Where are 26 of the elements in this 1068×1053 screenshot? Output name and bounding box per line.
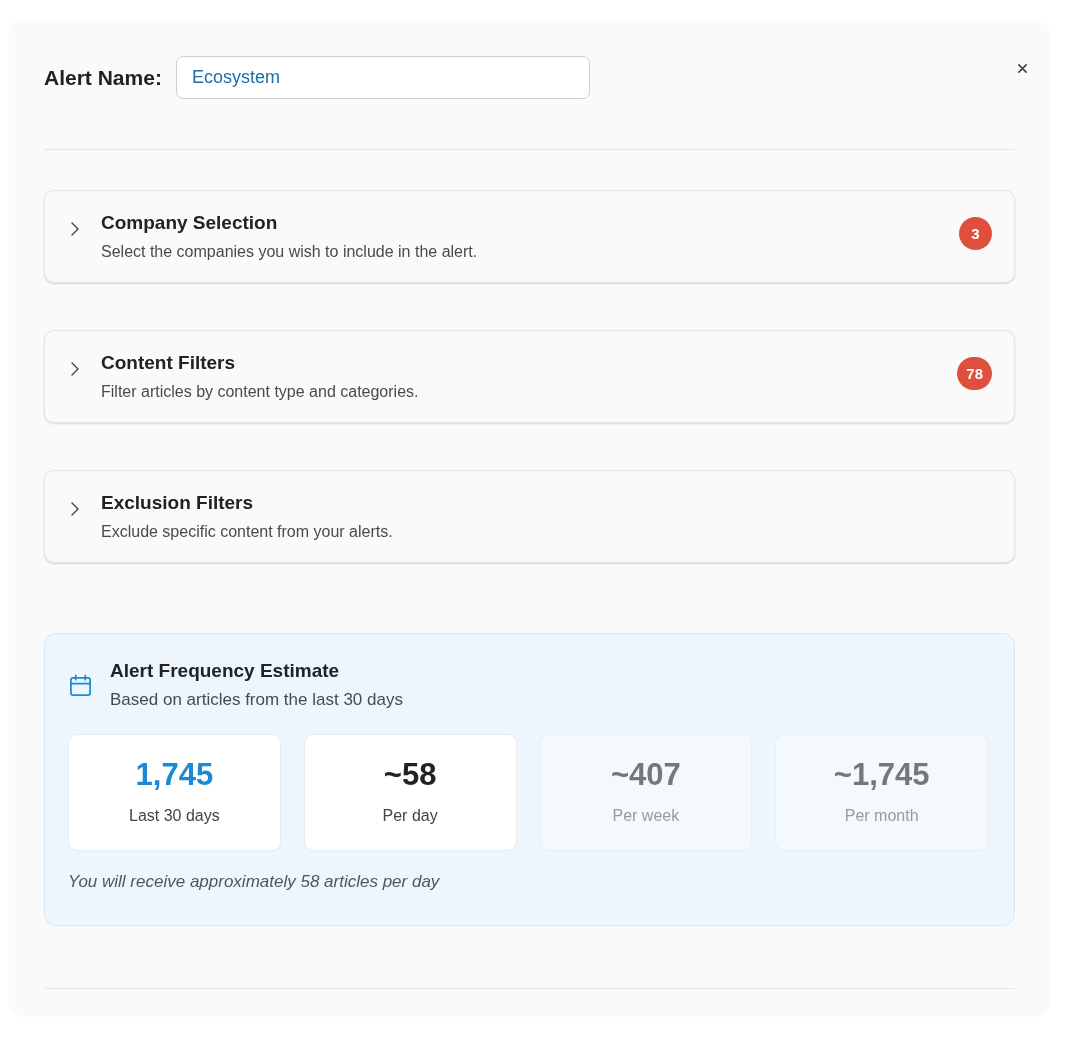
section-title: Company Selection <box>101 212 278 234</box>
stat-value: ~407 <box>610 756 681 793</box>
stat-value: ~58 <box>383 756 437 793</box>
estimate-subtitle: Based on articles from the last 30 days <box>110 690 403 710</box>
section-card[interactable]: Exclusion Filters Exclude specific content from your alerts. <box>44 470 1015 563</box>
alert-name-label: Alert Name: <box>44 65 162 90</box>
section-description: Select the companies you wish to include in the alert. <box>101 243 478 261</box>
section-description: Filter articles by content type and categories. <box>101 383 419 401</box>
calendar-icon <box>69 673 92 697</box>
count-badge: 78 <box>957 357 992 390</box>
stat-value: ~1,745 <box>833 756 930 793</box>
stat-label: Per month <box>844 806 919 825</box>
stat-value: 1,745 <box>135 756 214 793</box>
section-title: Content Filters <box>101 352 236 374</box>
stat-label: Per week <box>612 806 680 825</box>
section-title: Exclusion Filters <box>101 492 254 514</box>
close-icon <box>1017 63 1027 73</box>
section-card[interactable]: Content Filters Filter articles by content type and categories. 78 <box>44 330 1015 423</box>
stat-label: Per day <box>382 806 438 825</box>
section-description: Exclude specific content from your alerts. <box>101 523 393 541</box>
stat-label: Last 30 days <box>129 806 220 825</box>
estimate-summary: You will receive approximately 58 articles per day <box>68 872 440 892</box>
estimate-title: Alert Frequency Estimate <box>110 660 340 682</box>
alert-name-input[interactable]: Ecosystem <box>175 56 590 99</box>
count-badge: 3 <box>959 217 992 250</box>
section-card[interactable]: Company Selection Select the companies you wish to include in the alert. 3 <box>44 190 1015 283</box>
